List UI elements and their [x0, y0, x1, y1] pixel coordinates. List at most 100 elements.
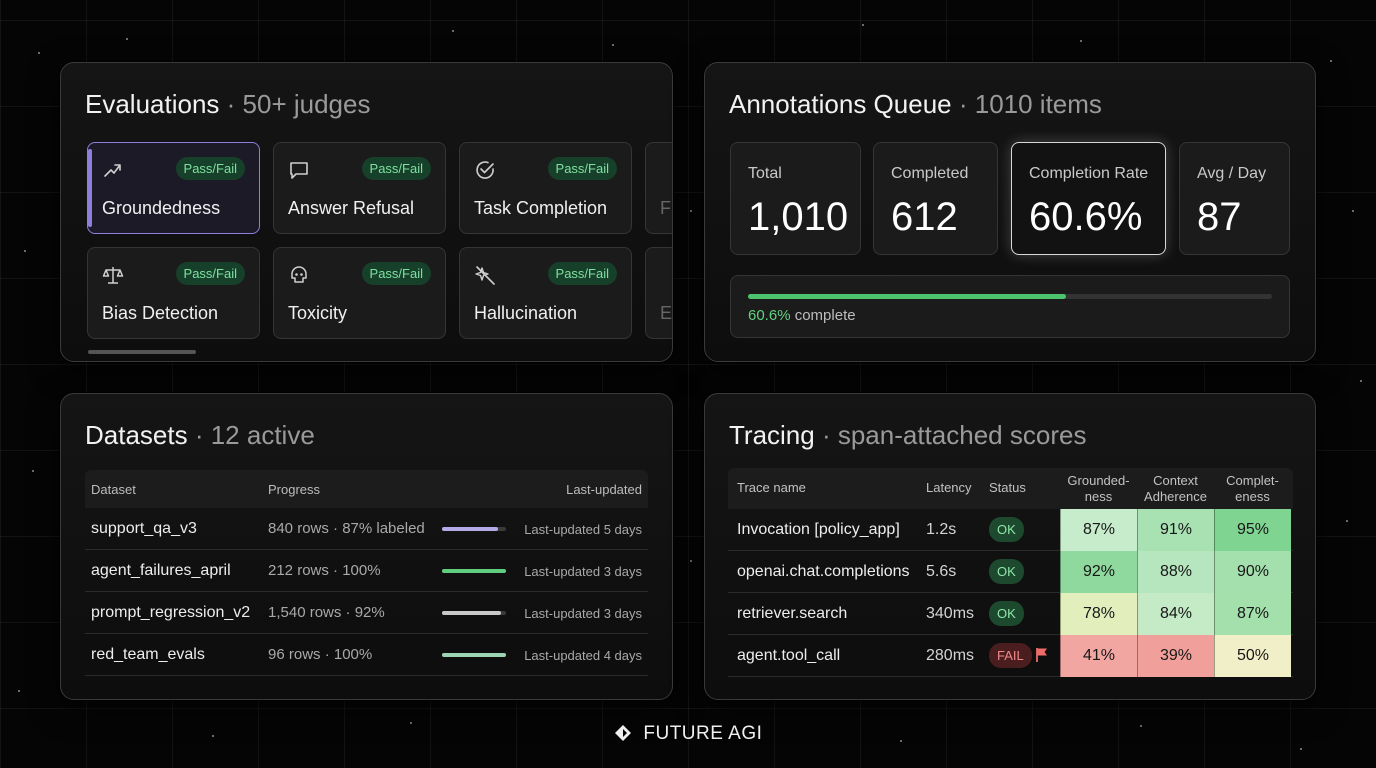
dataset-row[interactable]: prompt_regression_v2 1,540 rows · 92% Last… — [85, 592, 648, 634]
judge-name: Answer Refusal — [288, 198, 415, 218]
dataset-last-updated: Last-updated 5 days — [524, 522, 642, 537]
column-header-dataset: Dataset — [91, 482, 136, 497]
dataset-name[interactable]: prompt_regression_v2 — [91, 604, 250, 622]
column-header-trace-name: Trace name — [737, 480, 806, 495]
evaluations-subtitle: · 50+ judges — [226, 89, 371, 119]
column-header-last-updated: Last-updated — [566, 482, 642, 497]
trace-row[interactable]: openai.chat.completions 5.6s OK 92% 88% 90% — [728, 551, 1293, 593]
context-adherence-score-cell: 84% — [1137, 593, 1214, 635]
judge-card-hallucination[interactable]: Pass/Fail Hallucination — [459, 247, 632, 339]
trace-row[interactable]: agent.tool_call 280ms FAIL 41% 39% 50% — [728, 635, 1293, 677]
dataset-progress-text: 1,540 rows · 92% — [268, 604, 385, 621]
groundedness-score-cell: 78% — [1060, 593, 1137, 635]
judge-card-toxicity[interactable]: Pass/Fail Toxicity — [273, 247, 446, 339]
stat-value: 1,010 — [748, 195, 849, 239]
dataset-name[interactable]: support_qa_v3 — [91, 520, 197, 538]
dataset-last-updated: Last-updated 4 days — [524, 648, 642, 663]
trace-name[interactable]: agent.tool_call — [737, 647, 840, 665]
judge-name: Hallucination — [474, 303, 578, 323]
judge-card-answer-refusal[interactable]: Pass/Fail Answer Refusal — [273, 142, 446, 234]
completeness-score-cell: 50% — [1214, 635, 1291, 677]
stat-label: Avg / Day — [1197, 165, 1267, 182]
dataset-progress-fill — [442, 611, 501, 615]
tracing-table: Trace name Latency Status Grounded- ness… — [728, 468, 1293, 677]
trace-name[interactable]: retriever.search — [737, 605, 847, 623]
trend-arrow-icon — [104, 164, 121, 177]
trace-name[interactable]: Invocation [policy_app] — [737, 521, 900, 539]
datasets-table: Dataset Progress Last-updated support_qa… — [85, 470, 648, 676]
context-adherence-score-cell: 88% — [1137, 551, 1214, 593]
judge-card-groundedness[interactable]: Pass/Fail Groundedness — [87, 142, 260, 234]
column-header-progress: Progress — [268, 482, 321, 497]
dataset-progress-text: 96 rows · 100% — [268, 646, 373, 663]
column-header-latency: Latency — [926, 480, 972, 495]
completion-progress-card: 60.6% complete — [730, 275, 1290, 338]
completeness-score-cell: 90% — [1214, 551, 1291, 593]
dataset-last-updated: Last-updated 3 days — [524, 606, 642, 621]
flag-icon — [1036, 648, 1047, 662]
annotations-title: Annotations Queue · 1010 items — [729, 89, 1102, 119]
stat-value: 87 — [1197, 195, 1242, 239]
chat-bubble-icon — [290, 162, 308, 179]
horizontal-scrollbar[interactable] — [88, 350, 196, 354]
dataset-row[interactable]: agent_failures_april 212 rows · 100% Last-… — [85, 550, 648, 592]
evaluations-title: Evaluations · 50+ judges — [85, 89, 371, 119]
dataset-progress-fill — [442, 569, 506, 573]
dataset-progress-bar — [442, 611, 506, 615]
dataset-progress-text: 840 rows · 87% labeled — [268, 520, 425, 537]
dataset-row[interactable]: red_team_evals 96 rows · 100% Last-updated… — [85, 634, 648, 676]
judge-card-task-completion[interactable]: Pass/Fail Task Completion — [459, 142, 632, 234]
trace-name[interactable]: openai.chat.completions — [737, 563, 910, 581]
trace-latency: 5.6s — [926, 563, 957, 580]
pass-fail-badge: Pass/Fail — [547, 157, 617, 180]
judge-name: Bias Detection — [102, 303, 219, 323]
column-header-context-adherence: Context Adherence — [1144, 473, 1207, 504]
judge-name-cut: E — [660, 303, 673, 323]
datasets-title: Datasets · 12 active — [85, 420, 315, 450]
future-agi-logo-icon — [614, 725, 631, 741]
judge-name: Toxicity — [288, 303, 348, 323]
trace-row[interactable]: Invocation [policy_app] 1.2s OK 87% 91% 95% — [728, 509, 1293, 551]
completeness-score-cell: 87% — [1214, 593, 1291, 635]
stat-label: Completion Rate — [1029, 165, 1149, 182]
status-badge: OK — [989, 559, 1024, 584]
dataset-name[interactable]: agent_failures_april — [91, 562, 231, 580]
progress-label: 60.6% complete — [748, 307, 856, 324]
column-header-status: Status — [989, 480, 1026, 495]
stat-card-completed: Completed 612 — [873, 142, 998, 255]
datasets-subtitle: · 12 active — [194, 420, 315, 450]
dataset-name[interactable]: red_team_evals — [91, 646, 205, 664]
judge-name: Task Completion — [474, 198, 608, 218]
dataset-progress-bar — [442, 653, 506, 657]
judge-card-bias-detection[interactable]: Pass/Fail Bias Detection — [87, 247, 260, 339]
pass-fail-badge: Pass/Fail — [175, 262, 245, 285]
column-header-groundedness: Grounded- ness — [1067, 473, 1130, 504]
context-adherence-score-cell: 91% — [1137, 509, 1214, 551]
stat-label: Total — [748, 165, 782, 182]
status-badge: OK — [989, 517, 1024, 542]
trace-latency: 1.2s — [926, 521, 957, 538]
pass-fail-badge: Pass/Fail — [361, 157, 431, 180]
judge-card-partial-2[interactable]: E — [645, 247, 673, 339]
context-adherence-score-cell: 39% — [1137, 635, 1214, 677]
column-header-completeness: Complet- eness — [1226, 473, 1279, 504]
judge-card-partial-1[interactable]: F — [645, 142, 672, 234]
annotations-queue-panel: Annotations Queue · 1010 items Total 1,0… — [704, 62, 1316, 362]
groundedness-score-cell: 87% — [1060, 509, 1137, 551]
judge-name: Groundedness — [102, 198, 221, 218]
stat-card-avg-per-day: Avg / Day 87 — [1179, 142, 1290, 255]
brand-name: FUTURE AGI — [643, 723, 763, 744]
pass-fail-badge: Pass/Fail — [547, 262, 617, 285]
stat-value: 60.6% — [1029, 195, 1143, 239]
trace-row[interactable]: retriever.search 340ms OK 78% 84% 87% — [728, 593, 1293, 635]
tracing-table-header: Trace name Latency Status Grounded- ness… — [728, 468, 1293, 509]
datasets-table-header: Dataset Progress Last-updated — [85, 470, 648, 508]
progress-fill — [748, 294, 1066, 299]
dataset-row[interactable]: support_qa_v3 840 rows · 87% labeled Last-… — [85, 508, 648, 550]
pass-fail-badge: Pass/Fail — [361, 262, 431, 285]
annotations-subtitle: · 1010 items — [958, 89, 1102, 119]
tracing-subtitle: · span-attached scores — [821, 420, 1087, 450]
stat-label: Completed — [891, 165, 969, 182]
status-badge: OK — [989, 601, 1024, 626]
dataset-progress-text: 212 rows · 100% — [268, 562, 381, 579]
